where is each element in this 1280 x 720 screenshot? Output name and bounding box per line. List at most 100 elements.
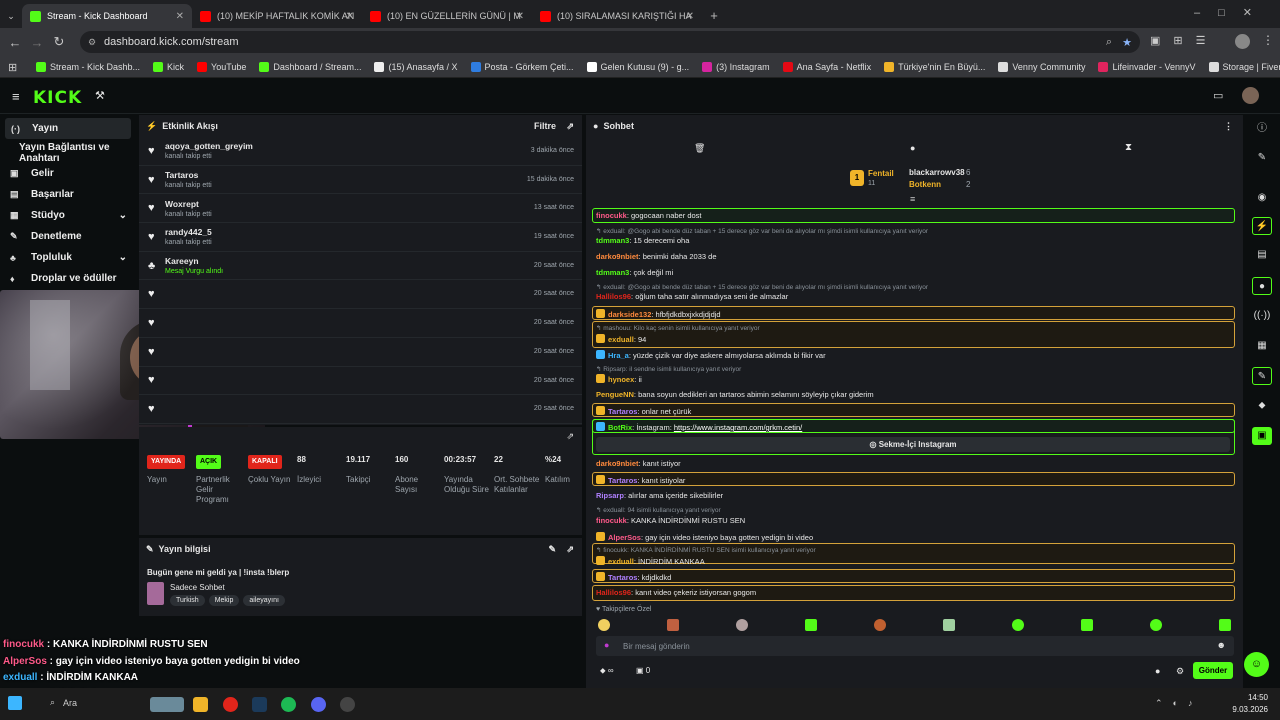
reply-context[interactable]: ↰ exduall: @Gogo abi bende düz taban + 1…: [596, 227, 928, 235]
chat-username[interactable]: Tartaros: [608, 407, 637, 416]
chat-username[interactable]: finocukk: [596, 516, 627, 525]
obs-icon[interactable]: [340, 697, 355, 712]
bookmark-item[interactable]: YouTube: [197, 61, 246, 72]
bookmark-item[interactable]: Dashboard / Stream...: [259, 61, 361, 72]
discord-icon[interactable]: [311, 697, 326, 712]
spotify-icon[interactable]: [281, 697, 296, 712]
slow-mode-icon[interactable]: ⧗: [1125, 142, 1132, 153]
add-widget-icon[interactable]: ▣: [1252, 427, 1272, 445]
emote-icon[interactable]: [1219, 619, 1231, 631]
chat-username[interactable]: Tartaros: [608, 476, 637, 485]
widget-icon[interactable]: [150, 697, 184, 712]
emoji-icon[interactable]: ☻: [1217, 640, 1226, 650]
chat-mode-icon[interactable]: ●: [910, 143, 915, 153]
chat-settings-icon[interactable]: ⚙: [1176, 666, 1184, 677]
reply-context[interactable]: ↰ exduall: 94 isimli kullanıcıya yanıt v…: [596, 506, 721, 514]
url-input[interactable]: ⚙ dashboard.kick.com/stream ⌕ ★: [80, 31, 1140, 53]
popout-icon[interactable]: ⇗: [566, 121, 574, 132]
chrome-icon[interactable]: [223, 697, 238, 712]
emote-icon[interactable]: [667, 619, 679, 631]
stats-popout-icon[interactable]: ⇗: [566, 431, 574, 442]
bookmark-item[interactable]: Ana Sayfa - Netflix: [782, 61, 871, 72]
emote-icon[interactable]: [1012, 619, 1024, 631]
chat-username[interactable]: finocukk: [596, 211, 627, 220]
zoom-icon[interactable]: ⌕: [1106, 36, 1112, 49]
emote-icon[interactable]: [598, 619, 610, 631]
reply-context[interactable]: ↰ Ripsarp: il sendne isimli kullanıcıya …: [596, 365, 741, 373]
sidebar-item[interactable]: ▣ Gelir: [0, 163, 137, 184]
sidebar-item[interactable]: ▤ Başarılar: [0, 184, 137, 205]
sidebar-item[interactable]: Yayın Bağlantısı ve Anahtarı: [0, 142, 137, 164]
bookmark-item[interactable]: Venny Community: [998, 61, 1085, 72]
user-avatar[interactable]: [1242, 87, 1259, 104]
bookmark-item[interactable]: (15) Anasayfa / X: [374, 61, 458, 72]
steam-icon[interactable]: [252, 697, 267, 712]
chat-tool-icon[interactable]: ●: [1252, 277, 1272, 295]
pencil-icon[interactable]: ✎: [1252, 149, 1272, 167]
tab-close-icon[interactable]: ✕: [176, 11, 184, 22]
reply-context[interactable]: ↰ exduall: @Gogo abi bende düz taban + 1…: [596, 283, 928, 291]
chat-username[interactable]: tdmman3: [596, 236, 629, 245]
help-chat-button[interactable]: ☺: [1244, 652, 1269, 677]
send-button[interactable]: Gönder: [1193, 662, 1233, 679]
hammer-icon[interactable]: ⚒: [95, 89, 105, 102]
bolt-tool-icon[interactable]: ⚡: [1252, 217, 1272, 235]
extension-icons[interactable]: ▣⊞☰: [1150, 34, 1218, 47]
document-icon[interactable]: ▤: [1252, 246, 1272, 264]
info-icon[interactable]: ⓘ: [1252, 120, 1272, 138]
bookmark-item[interactable]: Lifeinvader - VennyV: [1098, 61, 1196, 72]
bookmark-item[interactable]: Storage | Fivemanage: [1208, 61, 1280, 72]
bookmark-item[interactable]: Stream - Kick Dashb...: [36, 61, 140, 72]
broadcast-icon[interactable]: ((·)): [1252, 307, 1272, 325]
filter-button[interactable]: Filtre: [534, 121, 556, 131]
chat-username[interactable]: Hallilos96: [596, 292, 631, 301]
browser-tab[interactable]: (10) EN GÜZELLERİN GÜNÜ | M ✕: [362, 4, 532, 28]
ticket-count[interactable]: ▣ 0: [636, 666, 650, 675]
category-name[interactable]: Sadece Sohbet: [170, 583, 225, 592]
chat-input[interactable]: ● Bir mesaj gönderin ☻: [596, 636, 1234, 656]
chat-username[interactable]: darko9nbiet: [596, 459, 639, 468]
activity-username[interactable]: Kareeyn: [165, 256, 223, 266]
activity-username[interactable]: randy442_5: [165, 227, 212, 237]
browser-tab[interactable]: (10) MEKİP HAFTALIK KOMİK AN ✕: [192, 4, 362, 28]
emote-icon[interactable]: [874, 619, 886, 631]
forward-icon[interactable]: →: [26, 35, 48, 50]
browser-tab[interactable]: Stream - Kick Dashboard ✕: [22, 4, 192, 28]
trash-icon[interactable]: 🗑: [694, 143, 705, 154]
search-icon[interactable]: ⌕: [50, 697, 55, 708]
chat-username[interactable]: Ripsarp: [596, 491, 624, 500]
channel-points[interactable]: ⬥ ∞: [600, 666, 614, 676]
chat-rules-icon[interactable]: ●: [1155, 666, 1160, 676]
activity-username[interactable]: aqoya_gotten_greyim: [165, 141, 253, 151]
new-tab-button[interactable]: +: [702, 4, 726, 28]
system-tray-icons[interactable]: ⌃◐♪: [1155, 698, 1202, 709]
bookmark-item[interactable]: Kick: [153, 61, 184, 72]
chat-username[interactable]: darko9nbiet: [596, 252, 639, 261]
emote-icon[interactable]: [805, 619, 817, 631]
chevron-down-icon[interactable]: ⌄: [119, 210, 127, 221]
sidebar-item[interactable]: (·) Yayın: [5, 118, 131, 139]
sidebar-item[interactable]: ✎ Denetleme: [0, 226, 137, 247]
reply-context[interactable]: ↰ finocukk: KANKA İNDİRDİNMİ RUSTU SEN i…: [596, 546, 816, 554]
tab-close-icon[interactable]: ✕: [516, 11, 524, 22]
emote-icon[interactable]: [736, 619, 748, 631]
windows-start-icon[interactable]: [8, 696, 22, 710]
tag-chip[interactable]: aileyayını: [243, 595, 285, 606]
emote-icon[interactable]: [943, 619, 955, 631]
chat-username[interactable]: exduall: [608, 335, 634, 344]
edit-icon[interactable]: ✎: [548, 544, 556, 555]
chat-username[interactable]: darkside132: [608, 310, 651, 319]
reload-icon[interactable]: ↻: [48, 34, 70, 50]
tag-chip[interactable]: Mekip: [208, 595, 240, 606]
instagram-button[interactable]: ◎ Sekme-İçi Instagram: [596, 437, 1230, 452]
tab-close-icon[interactable]: ✕: [346, 11, 354, 22]
chat-username[interactable]: AlperSos: [608, 533, 641, 542]
sidebar-item[interactable]: ♣ Topluluk ⌄: [0, 247, 137, 268]
chat-menu-icon[interactable]: ⋮: [1224, 121, 1233, 132]
chevron-down-icon[interactable]: ⌄: [119, 252, 127, 263]
bookmark-item[interactable]: (3) Instagram: [702, 61, 770, 72]
tag-chip[interactable]: Turkish: [170, 595, 205, 606]
chat-username[interactable]: Tartaros: [608, 573, 637, 582]
sidebar-item[interactable]: ▦ Stüdyo ⌄: [0, 205, 137, 226]
camera-icon[interactable]: ◉: [1252, 189, 1272, 207]
